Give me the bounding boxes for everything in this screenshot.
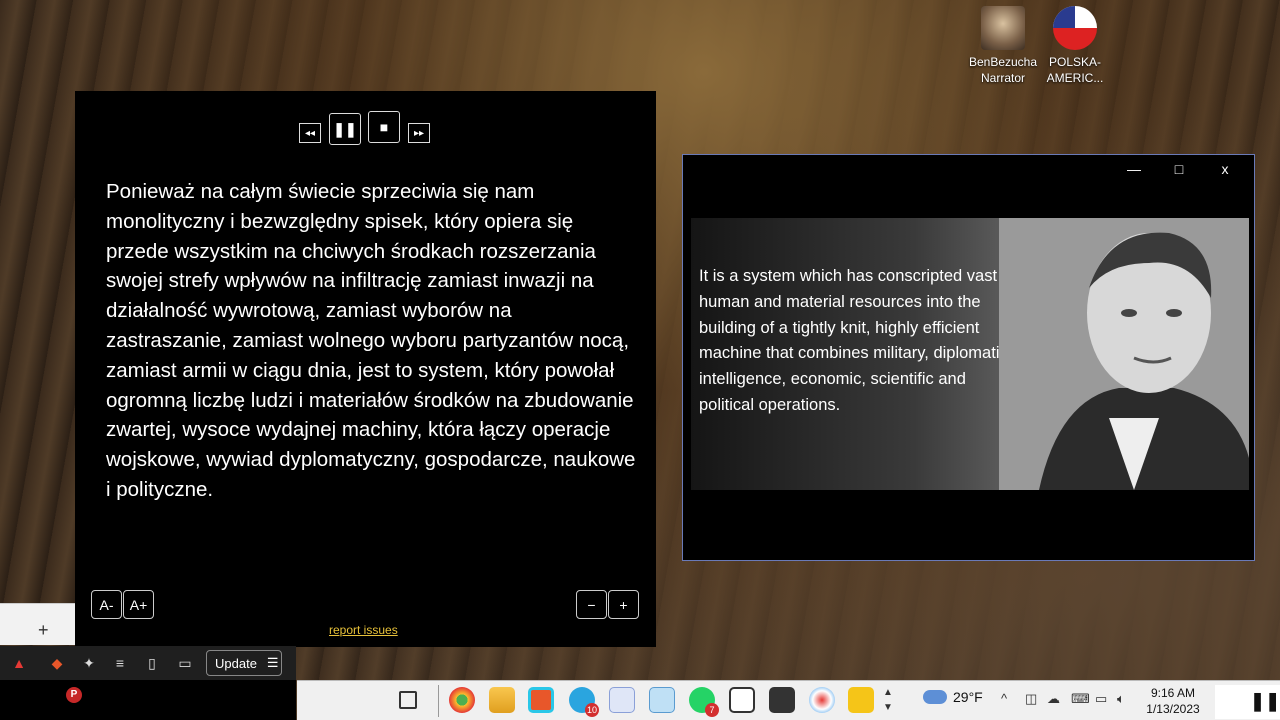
notification-area[interactable]: ❚❚ <box>1215 685 1280 719</box>
desktop-icon-label: Narrator <box>980 71 1025 85</box>
new-tab-button[interactable]: + <box>38 620 49 641</box>
clock-date: 1/13/2023 <box>1146 702 1200 716</box>
notes-icon[interactable] <box>609 687 635 713</box>
video-editor-icon[interactable] <box>769 687 795 713</box>
reader-text: Ponieważ na całym świecie sprzeciwia się… <box>106 180 636 501</box>
sidebar-icon[interactable]: ▯ <box>143 654 161 672</box>
brave-browser-icon[interactable] <box>528 687 554 713</box>
wallet-icon[interactable]: ▭ <box>176 654 194 672</box>
volume-icon[interactable]: 🔈︎ <box>1117 691 1125 707</box>
network-icon[interactable]: ▭ <box>1095 691 1107 707</box>
rewind-button[interactable]: ◂◂ <box>299 123 321 143</box>
paint-icon[interactable] <box>809 687 835 713</box>
brave-rewards-icon[interactable]: ▲ <box>10 654 28 672</box>
playlist-icon[interactable]: ≡ <box>111 654 129 672</box>
acrobat-icon[interactable] <box>848 687 874 713</box>
pause-button[interactable]: ❚❚ <box>329 113 361 145</box>
flag-icon <box>1053 6 1097 50</box>
desktop-icon-label: POLSKA- <box>1048 55 1102 69</box>
puzzle-icon[interactable]: ✦ <box>80 654 98 672</box>
keyboard-icon[interactable]: ⌨ <box>1071 691 1090 707</box>
telegram-badge: 10 <box>585 703 599 717</box>
taskbar-scroll-chevrons-icon[interactable]: ▲ ▼ <box>883 685 893 715</box>
clock[interactable]: 9:16 AM 1/13/2023 <box>1135 685 1211 717</box>
speed-decrease-button[interactable]: − <box>576 590 607 619</box>
browser-toolbar: ▲ ◆ ✦ ≡ ▯ ▭ Update ☰ <box>0 646 296 680</box>
telegram-icon[interactable]: 10 <box>569 687 599 717</box>
meet-now-icon[interactable]: ◫ <box>1025 691 1037 707</box>
menu-icon: ☰ <box>266 655 279 670</box>
desktop-icon-label: AMERIC... <box>1046 71 1104 85</box>
desktop-icon-label: BenBezucha <box>968 55 1038 69</box>
close-button[interactable]: x <box>1215 161 1235 177</box>
stop-button[interactable]: ■ <box>368 111 400 143</box>
show-hidden-icons-icon[interactable]: ^ <box>1001 691 1007 706</box>
clock-time: 9:16 AM <box>1150 686 1196 700</box>
minimize-button[interactable]: — <box>1124 161 1144 177</box>
temperature: 29°F <box>953 689 983 705</box>
weather-widget[interactable]: 29°F <box>923 689 983 705</box>
fast-forward-button[interactable]: ▸▸ <box>408 123 430 143</box>
maximize-button[interactable]: □ <box>1169 161 1189 177</box>
pinterest-icon[interactable]: P <box>66 687 82 703</box>
notepad-icon[interactable] <box>649 687 675 713</box>
reader-panel: ◂◂ ❚❚ ■ ▸▸ Ponieważ na całym świecie spr… <box>75 91 656 647</box>
font-increase-button[interactable]: A+ <box>123 590 154 619</box>
video-window: — □ x It is a system which has conscript… <box>682 154 1255 561</box>
taskbar: 10 7 ▲ ▼ 29°F ^ ◫ ☁ ⌨ ▭ 🔈︎ 9:16 AM 1/13/2… <box>297 680 1280 720</box>
photos-icon[interactable] <box>729 687 755 713</box>
file-explorer-icon[interactable] <box>489 687 515 713</box>
new-tab-area: + <box>0 603 75 645</box>
dock-strip: P <box>0 680 296 720</box>
video-frame[interactable]: It is a system which has conscripted vas… <box>691 218 1249 490</box>
chrome-icon[interactable] <box>449 687 475 713</box>
taskbar-divider <box>438 685 439 717</box>
report-issues-link[interactable]: report issues <box>329 623 398 637</box>
cloud-icon <box>923 690 947 704</box>
desktop-icon-benbezucha-narrator[interactable]: BenBezucha Narrator <box>968 6 1038 86</box>
desktop-icon-polska-americ[interactable]: POLSKA- AMERIC... <box>1040 6 1110 86</box>
font-decrease-button[interactable]: A- <box>91 590 122 619</box>
onedrive-icon[interactable]: ☁ <box>1047 691 1060 707</box>
task-view-icon[interactable] <box>399 691 417 709</box>
whatsapp-badge: 7 <box>705 703 719 717</box>
update-label: Update <box>215 655 257 671</box>
speed-increase-button[interactable]: + <box>608 590 639 619</box>
narrator-app-icon <box>981 6 1025 50</box>
update-button[interactable]: Update ☰ <box>206 650 282 676</box>
whatsapp-icon[interactable]: 7 <box>689 687 719 717</box>
portrait-image <box>999 218 1249 490</box>
extension-icon[interactable]: ◆ <box>48 654 66 672</box>
video-quote-text: It is a system which has conscripted vas… <box>699 267 1013 414</box>
pause-icon[interactable]: ❚❚ <box>1250 691 1280 712</box>
